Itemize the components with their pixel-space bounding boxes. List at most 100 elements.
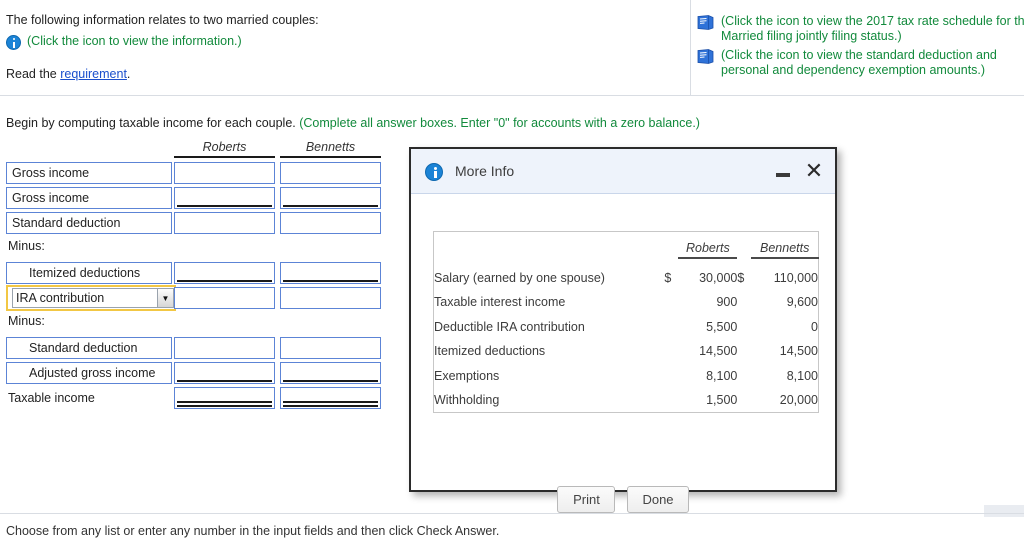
row-label-box[interactable]: Itemized deductions [6, 262, 172, 284]
standard-deduction-note-text[interactable]: (Click the icon to view the standard ded… [721, 48, 997, 78]
single-underline [177, 205, 272, 207]
more-info-row-name: Itemized deductions [434, 344, 546, 359]
book-icon[interactable] [697, 15, 714, 30]
answer-input[interactable] [280, 287, 381, 309]
more-info-currency-1 [664, 290, 678, 315]
more-info-head-roberts: Roberts [678, 231, 738, 259]
header-horizontal-divider [0, 95, 1024, 96]
worksheet-instruction-note: (Complete all answer boxes. Enter "0" fo… [299, 116, 700, 130]
footer-instruction: Choose from any list or enter any number… [6, 524, 500, 538]
row-label-box[interactable]: Standard deduction [6, 337, 172, 359]
more-info-value-roberts: 1,500 [706, 393, 738, 407]
more-info-row-name: Exemptions [434, 368, 500, 383]
info-circle-icon[interactable] [6, 35, 21, 50]
answer-input[interactable] [174, 362, 275, 384]
print-button[interactable]: Print [557, 486, 616, 513]
more-info-row: Deductible IRA contribution 5,500 0 [434, 315, 819, 340]
answer-input[interactable] [174, 162, 275, 184]
dialog-buttons: Print Done [411, 486, 835, 513]
header-vertical-divider [690, 0, 691, 95]
chevron-down-icon[interactable]: ▼ [157, 289, 173, 307]
more-info-row: Taxable interest income 900 9,600 [434, 290, 819, 315]
single-underline [283, 380, 378, 382]
dialog-titlebar: More Info ✕ [411, 149, 835, 194]
read-requirement-row: Read the requirement. [6, 67, 130, 81]
done-button[interactable]: Done [627, 486, 689, 513]
more-info-row-name: Salary (earned by one spouse) [434, 270, 605, 285]
view-information-row[interactable]: (Click the icon to view the information.… [6, 34, 242, 50]
answer-input[interactable] [174, 287, 275, 309]
double-underline-bottom [283, 405, 378, 407]
single-underline [177, 380, 272, 382]
more-info-value-roberts: 30,000 [699, 270, 738, 285]
dialog-title: More Info [455, 163, 515, 179]
more-info-head-currency2 [737, 232, 751, 258]
row-label-box[interactable]: Gross income [6, 187, 172, 209]
minus-label: Minus: [8, 239, 45, 253]
footer-corner-decoration [984, 505, 1024, 517]
more-info-currency-1 [664, 339, 678, 364]
answer-input[interactable] [174, 337, 275, 359]
answer-input[interactable] [174, 212, 275, 234]
double-underline-top [283, 401, 378, 403]
header-region: The following information relates to two… [0, 0, 1024, 96]
column-header-bennetts: Bennetts [280, 140, 381, 158]
more-info-currency-2 [737, 388, 751, 413]
footer-divider [0, 513, 1024, 514]
answer-input[interactable] [174, 262, 275, 284]
single-underline [177, 280, 272, 282]
select-inner[interactable]: IRA contribution ▼ [12, 288, 174, 308]
standard-deduction-note[interactable]: (Click the icon to view the standard ded… [697, 48, 997, 78]
more-info-value-bennetts: 14,500 [779, 344, 818, 359]
more-info-currency-1 [664, 364, 678, 389]
more-info-row: Itemized deductions 14,500 14,500 [434, 339, 819, 364]
more-info-currency-1: $ [664, 270, 672, 285]
more-info-spacer-cell [434, 258, 819, 266]
read-suffix-text: . [126, 67, 131, 81]
info-circle-icon [425, 162, 443, 181]
more-info-currency-2 [737, 315, 751, 340]
worksheet-instruction-main: Begin by computing taxable income for ea… [6, 116, 300, 130]
more-info-row: Exemptions 8,100 8,100 [434, 364, 819, 389]
tax-rate-schedule-note-text[interactable]: (Click the icon to view the 2017 tax rat… [721, 14, 1024, 44]
answer-input[interactable] [280, 387, 381, 409]
more-info-spacer-row [434, 258, 819, 266]
more-info-row: Withholding 1,500 20,000 [434, 388, 819, 413]
answer-input[interactable] [174, 187, 275, 209]
single-underline [283, 205, 378, 207]
more-info-value-roberts: 5,500 [706, 319, 738, 334]
more-info-value-roberts: 8,100 [706, 368, 738, 383]
answer-input[interactable] [280, 162, 381, 184]
more-info-currency-2 [737, 364, 751, 389]
book-icon[interactable] [697, 49, 714, 64]
tax-rate-note-line2: Married filing jointly filing status.) [721, 29, 902, 43]
more-info-value-bennetts: 9,600 [786, 295, 818, 310]
more-info-value-bennetts: 8,100 [786, 368, 818, 383]
more-info-row-name: Withholding [434, 393, 500, 407]
column-header-roberts: Roberts [174, 140, 275, 158]
row-label-box[interactable]: Gross income [6, 162, 172, 184]
minimize-icon[interactable] [775, 164, 791, 180]
answer-input[interactable] [280, 212, 381, 234]
more-info-currency-2 [737, 290, 751, 315]
read-prefix-text: Read the [6, 67, 61, 81]
answer-input[interactable] [280, 362, 381, 384]
answer-input[interactable] [174, 387, 275, 409]
double-underline-top [177, 401, 272, 403]
answer-input[interactable] [280, 262, 381, 284]
std-deduction-note-line1: (Click the icon to view the standard ded… [721, 48, 997, 62]
answer-input[interactable] [280, 337, 381, 359]
double-underline-bottom [177, 405, 272, 407]
row-label-box[interactable]: Standard deduction [6, 212, 172, 234]
close-icon[interactable]: ✕ [803, 159, 825, 183]
row-label-box[interactable]: Adjusted gross income [6, 362, 172, 384]
more-info-row-name: Taxable interest income [434, 295, 566, 310]
answer-input[interactable] [280, 187, 381, 209]
intro-text: The following information relates to two… [6, 13, 319, 27]
tax-rate-schedule-note[interactable]: (Click the icon to view the 2017 tax rat… [697, 14, 1024, 44]
view-information-link[interactable]: (Click the icon to view the information.… [27, 34, 242, 48]
requirement-link[interactable]: requirement [60, 67, 127, 81]
ira-contribution-select[interactable]: IRA contribution ▼ [6, 285, 176, 311]
more-info-value-bennetts: 20,000 [779, 393, 818, 407]
more-info-row: Salary (earned by one spouse) $30,000 $110… [434, 266, 819, 291]
